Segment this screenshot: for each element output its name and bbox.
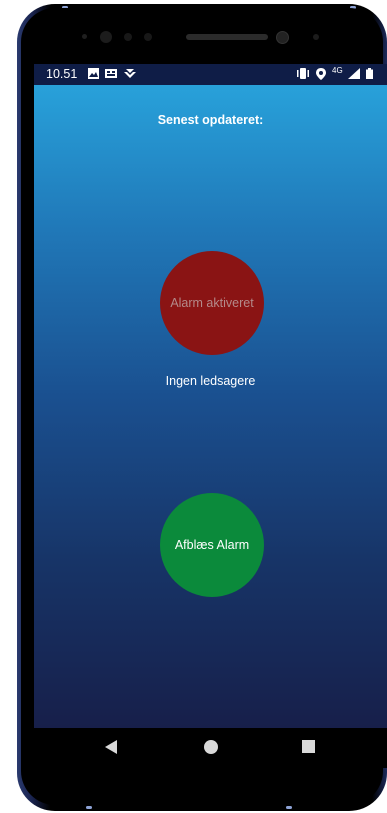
location-icon [316,68,326,83]
image-icon [88,68,99,82]
sim-icon [105,68,117,82]
cancel-alarm-button[interactable]: Afblæs Alarm [160,493,264,597]
earpiece-speaker [186,34,268,40]
front-camera-icon [100,31,112,43]
last-updated-label: Senest opdateret: [157,113,264,127]
cancel-alarm-label: Afblæs Alarm [174,538,250,552]
arrow-icon [124,68,136,82]
sensor-icon [144,33,152,41]
sensor-icon [313,34,319,40]
phone-edge-mark [86,806,92,809]
sensor-icon [124,33,132,41]
phone-edge-mark [286,806,292,809]
app-screen: 10.51 4G Senest opdateret: Alarm aktiver… [34,64,387,728]
status-time: 10.51 [46,67,78,81]
alarm-status-indicator: Alarm aktiveret [160,251,264,355]
signal-icon [348,68,360,82]
front-camera-icon [276,31,289,44]
alarm-status-label: Alarm aktiveret [170,296,254,310]
status-bar: 10.51 4G [34,64,387,85]
navigation-bar [34,728,387,768]
back-icon[interactable] [105,740,117,759]
phone-top-hardware [0,0,387,58]
vibrate-icon [296,68,310,82]
companions-text: Ingen ledsagere [165,374,256,388]
battery-icon [366,68,373,82]
recents-icon[interactable] [302,740,315,758]
sensor-icon [82,34,87,39]
home-icon[interactable] [203,739,219,760]
network-type-label: 4G [332,66,343,75]
